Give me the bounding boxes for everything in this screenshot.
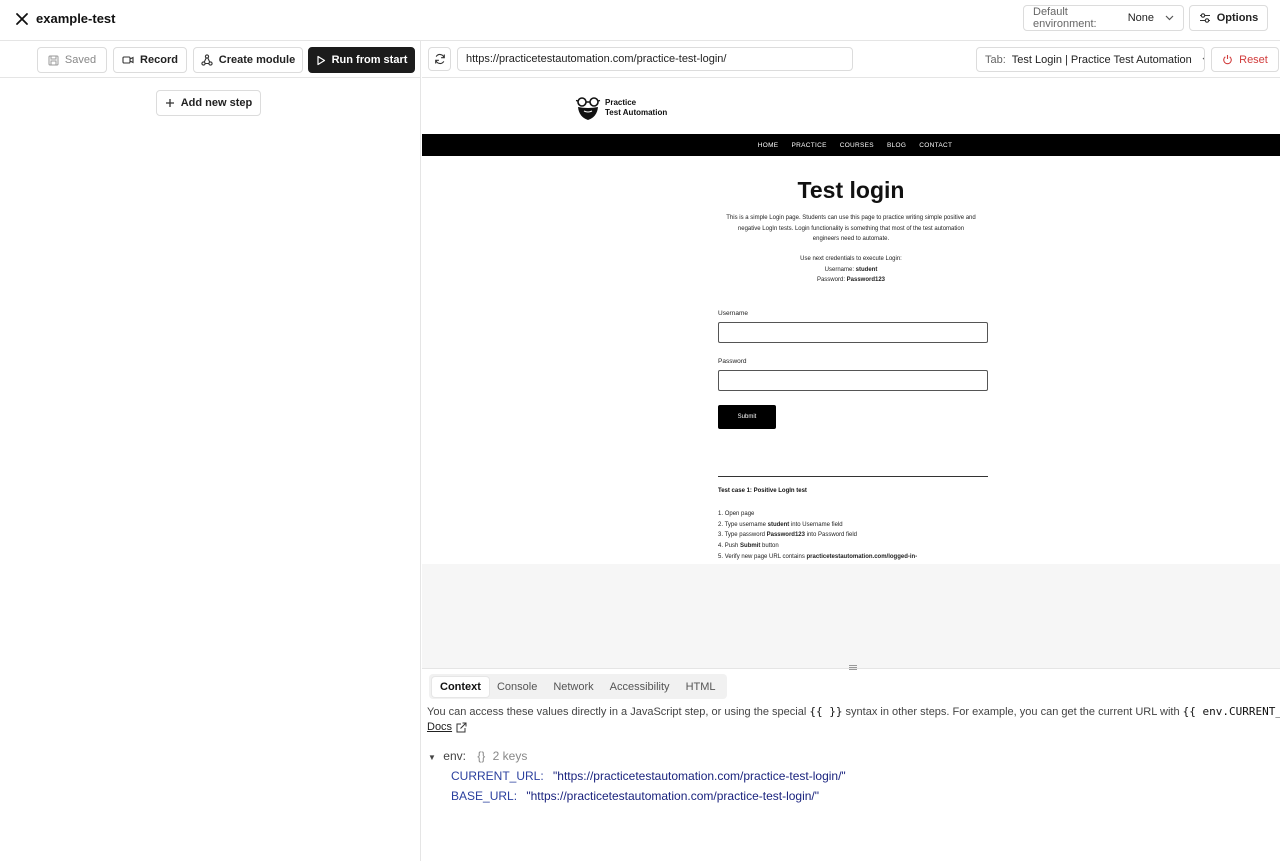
test-title: example-test <box>36 11 116 26</box>
entry-value: "https://practicetestautomation.com/prac… <box>553 769 846 783</box>
module-icon <box>201 54 213 66</box>
record-button[interactable]: Record <box>113 47 187 73</box>
tab-network[interactable]: Network <box>545 677 601 697</box>
site-nav: HOME PRACTICE COURSES BLOG CONTACT <box>422 134 1280 156</box>
code-snippet: {{ env.CURRENT_URL }}. <box>1182 705 1280 718</box>
browser-panel: Tab: Test Login | Practice Test Automati… <box>422 41 1280 861</box>
tab-select-label: Tab: <box>985 53 1006 66</box>
env-tree-root[interactable]: ▼ env: {} 2 keys <box>428 749 527 763</box>
site-nav-contact[interactable]: CONTACT <box>919 142 952 149</box>
reset-label: Reset <box>1239 53 1268 66</box>
tab-context[interactable]: Context <box>432 676 489 697</box>
environment-label: Default environment: <box>1033 6 1097 30</box>
test-case-steps: 1. Open page 2. Type username student in… <box>718 509 917 563</box>
site-nav-courses[interactable]: COURSES <box>840 142 874 149</box>
save-icon <box>48 55 59 66</box>
entry-key: BASE_URL: <box>451 789 518 803</box>
site-logo[interactable]: Practice Test Automation <box>575 95 667 121</box>
tab-console[interactable]: Console <box>489 677 545 697</box>
username-field-label: Username <box>718 310 748 317</box>
entry-key: CURRENT_URL: <box>451 769 544 783</box>
add-new-step-button[interactable]: Add new step <box>156 90 261 116</box>
credentials-username-label: Username: <box>824 266 854 273</box>
context-description: You can access these values directly in … <box>427 705 1280 718</box>
credentials-intro: Use next credentials to execute Login: <box>800 256 902 262</box>
steps-toolbar: Saved Record Create module Run from star… <box>0 41 421 78</box>
site-nav-practice[interactable]: PRACTICE <box>791 142 826 149</box>
submit-button[interactable]: Submit <box>718 405 776 429</box>
video-icon <box>122 55 134 65</box>
caret-down-icon[interactable]: ▼ <box>428 753 436 762</box>
list-item: 2. Type username student into Username f… <box>718 521 843 528</box>
code-snippet: {{ }} <box>809 705 843 718</box>
env-entry-current-url: CURRENT_URL: "https://practicetestautoma… <box>451 769 846 783</box>
page-preview[interactable]: Practice Test Automation HOME PRACTICE C… <box>422 78 1280 564</box>
env-type: {} <box>477 749 486 763</box>
site-nav-blog[interactable]: BLOG <box>887 142 906 149</box>
list-item: 1. Open page <box>718 511 755 517</box>
username-field[interactable] <box>718 322 988 343</box>
saved-label: Saved <box>64 54 97 66</box>
steps-panel: Saved Record Create module Run from star… <box>0 41 421 861</box>
site-logo-text: Practice Test Automation <box>605 98 667 118</box>
tab-select-value: Test Login | Practice Test Automation <box>1011 53 1192 66</box>
list-item: 5. Verify new page URL contains practice… <box>718 553 918 560</box>
site-logo-line2: Test Automation <box>605 108 668 117</box>
credentials-username-value: student <box>855 266 878 273</box>
chevron-down-icon <box>1165 15 1174 21</box>
environment-select[interactable]: Default environment: None <box>1023 5 1184 31</box>
drag-handle-icon[interactable] <box>849 665 857 671</box>
external-link-icon <box>456 722 467 733</box>
chevron-down-icon <box>1202 57 1204 62</box>
site-credentials: Use next credentials to execute Login: U… <box>725 254 977 286</box>
tab-html[interactable]: HTML <box>678 677 724 697</box>
run-from-start-button[interactable]: Run from start <box>308 47 415 73</box>
preview-background <box>422 564 1280 668</box>
create-module-button[interactable]: Create module <box>193 47 303 73</box>
sliders-icon <box>1199 12 1211 24</box>
record-label: Record <box>140 54 178 66</box>
browser-toolbar: Tab: Test Login | Practice Test Automati… <box>422 41 1280 78</box>
options-label: Options <box>1216 12 1259 24</box>
play-icon <box>316 55 326 66</box>
docs-label: Docs <box>427 721 453 733</box>
run-label: Run from start <box>331 54 408 66</box>
url-input[interactable] <box>457 47 853 71</box>
glasses-beard-logo-icon <box>575 95 601 121</box>
plus-icon <box>165 98 175 108</box>
list-item: 4. Push Submit button <box>718 543 779 550</box>
credentials-password-value: Password123 <box>846 277 886 284</box>
environment-value: None <box>1127 12 1154 24</box>
options-button[interactable]: Options <box>1189 5 1268 31</box>
devtools-tabs: Context Console Network Accessibility HT… <box>429 674 727 699</box>
test-case-title: Test case 1: Positive LogIn test <box>718 488 807 494</box>
password-field-label: Password <box>718 358 747 365</box>
env-key: env: <box>443 749 466 763</box>
saved-button[interactable]: Saved <box>37 47 107 73</box>
credentials-username: Username: student <box>725 265 977 276</box>
site-heading: Test login <box>797 177 905 203</box>
site-intro: This is a simple Login page. Students ca… <box>726 215 976 243</box>
entry-value: "https://practicetestautomation.com/prac… <box>526 789 820 803</box>
env-count: 2 keys <box>492 749 528 763</box>
site-nav-home[interactable]: HOME <box>758 142 779 149</box>
list-item: 3. Type password Password123 into Passwo… <box>718 532 857 539</box>
tab-select[interactable]: Tab: Test Login | Practice Test Automati… <box>976 47 1205 72</box>
credentials-password: Password: Password123 <box>725 275 977 286</box>
top-bar: example-test Default environment: None O… <box>0 0 1280 41</box>
refresh-icon[interactable] <box>428 47 451 71</box>
reset-button[interactable]: Reset <box>1211 47 1279 72</box>
tab-accessibility[interactable]: Accessibility <box>602 677 678 697</box>
power-icon <box>1222 54 1233 65</box>
password-field[interactable] <box>718 370 988 391</box>
site-logo-line1: Practice <box>605 98 637 107</box>
create-module-label: Create module <box>218 54 296 66</box>
env-entry-base-url: BASE_URL: "https://practicetestautomatio… <box>451 789 819 803</box>
add-step-label: Add new step <box>180 97 253 109</box>
credentials-password-label: Password: <box>816 277 845 284</box>
divider <box>718 476 988 477</box>
close-icon[interactable] <box>12 9 32 29</box>
docs-link[interactable]: Docs <box>427 721 467 733</box>
